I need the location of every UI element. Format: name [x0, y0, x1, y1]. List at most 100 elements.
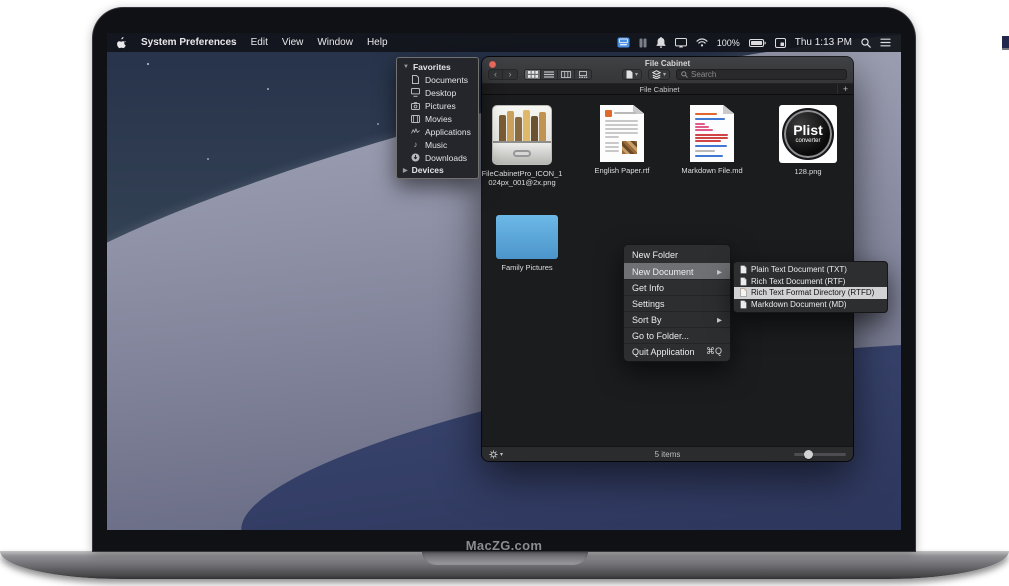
notification-center-icon[interactable] [880, 38, 891, 47]
file-markdown-md[interactable]: Markdown File.md [668, 105, 756, 175]
battery-icon[interactable] [749, 39, 766, 47]
menu-item-settings[interactable]: Settings [624, 295, 730, 311]
favorites-header[interactable]: ▼ Favorites [397, 61, 478, 73]
menu-item-new-folder[interactable]: New Folder [624, 247, 730, 263]
menu-view[interactable]: View [282, 37, 304, 48]
gallery-view-icon [578, 71, 588, 78]
menu-clock[interactable]: Thu 1:13 PM [795, 37, 852, 48]
document-icon [740, 300, 747, 309]
search-input[interactable]: Search [676, 69, 847, 80]
file-name: FileCabinetPro_ICON_1024px_001@2x.png [482, 169, 564, 187]
menu-help[interactable]: Help [367, 37, 388, 48]
file-name: Family Pictures [501, 263, 552, 272]
menu-window[interactable]: Window [317, 37, 353, 48]
column-view-icon [561, 71, 571, 78]
sidebar-item-label: Music [425, 140, 447, 150]
document-icon [411, 75, 420, 84]
sidebar-item-music[interactable]: ♪ Music [397, 138, 478, 151]
document-icon [740, 277, 747, 286]
view-mode-segmented-control [524, 69, 592, 80]
submenu-arrow-icon: ▶ [717, 316, 722, 324]
submenu-item-rich-text-format-directory-rtfd[interactable]: Rich Text Format Directory (RTFD) [734, 287, 887, 299]
search-icon [681, 71, 688, 78]
menu-edit[interactable]: Edit [251, 37, 268, 48]
menu-bar: System Preferences Edit View Window Help [107, 33, 901, 52]
submenu-arrow-icon: ▶ [717, 268, 722, 276]
disclosure-down-icon[interactable]: ▼ [403, 64, 409, 70]
back-button[interactable]: ‹ [488, 69, 503, 80]
list-view-button[interactable] [541, 69, 558, 80]
display-mirroring-icon[interactable] [675, 38, 687, 48]
tab-file-cabinet[interactable]: File Cabinet [482, 85, 837, 94]
menu-app-name[interactable]: System Preferences [141, 37, 237, 48]
menu-item-label: Get Info [632, 283, 664, 293]
file-filecabinetpro-png[interactable]: FileCabinetPro_ICON_1024px_001@2x.png [482, 105, 566, 187]
grid-view-button[interactable] [524, 69, 541, 80]
sidebar-item-movies[interactable]: Movies [397, 112, 478, 125]
mockup-stage: MacZG.com System Preferences Edit View W… [0, 0, 1009, 586]
column-view-button[interactable] [558, 69, 575, 80]
toolbar: ‹ › [482, 68, 853, 81]
bell-icon[interactable] [656, 37, 666, 48]
sidebar-item-desktop[interactable]: Desktop [397, 86, 478, 99]
list-view-icon [544, 71, 554, 78]
file-cabinet-menu-icon[interactable] [617, 37, 630, 48]
sidebar-item-applications[interactable]: Applications [397, 125, 478, 138]
grid-view-icon [528, 71, 538, 78]
md-document-thumbnail [690, 105, 734, 162]
file-english-paper-rtf[interactable]: English Paper.rtf [578, 105, 666, 175]
wifi-icon[interactable] [696, 38, 708, 47]
submenu-item-markdown-md[interactable]: Markdown Document (MD) [734, 299, 887, 311]
new-tab-button[interactable]: + [837, 84, 853, 94]
battery-percent[interactable]: 100% [717, 38, 740, 48]
submenu-item-label: Rich Text Format Directory (RTFD) [751, 288, 874, 297]
stack-icon [652, 70, 661, 79]
sidebar-item-label: Desktop [425, 88, 456, 98]
columns-menu-icon[interactable] [639, 38, 647, 48]
window-header[interactable]: File Cabinet ‹ › [482, 57, 853, 84]
sidebar-item-pictures[interactable]: Pictures [397, 99, 478, 112]
menu-item-go-to-folder[interactable]: Go to Folder... [624, 327, 730, 343]
wallpaper-stars [147, 63, 149, 65]
music-icon: ♪ [411, 140, 420, 149]
sidebar-item-label: Applications [425, 127, 471, 137]
pictures-icon [411, 102, 420, 110]
tab-bar: File Cabinet + [482, 84, 853, 95]
file-name: Markdown File.md [681, 166, 742, 175]
submenu-item-plain-text-txt[interactable]: Plain Text Document (TXT) [734, 264, 887, 276]
new-document-toolbar-button[interactable]: ▾ [622, 69, 642, 80]
nav-buttons: ‹ › [488, 69, 518, 80]
menu-item-label: New Folder [632, 250, 678, 260]
sidebar-item-label: Downloads [425, 153, 467, 163]
menu-item-quit-application[interactable]: Quit Application ⌘Q [624, 343, 730, 359]
slider-thumb[interactable] [804, 450, 813, 459]
folder-family-pictures[interactable]: Family Pictures [483, 207, 571, 272]
new-document-submenu: Plain Text Document (TXT) Rich Text Docu… [733, 261, 888, 313]
sidebar-section-devices[interactable]: ▶ Devices [397, 164, 478, 176]
file-128-png[interactable]: Plist converter 128.png [764, 105, 852, 176]
window-switcher-icon[interactable] [775, 38, 786, 48]
plist-logo-subtext: converter [795, 137, 820, 145]
menu-item-sort-by[interactable]: Sort By ▶ [624, 311, 730, 327]
close-button[interactable] [489, 61, 496, 68]
menu-item-new-document[interactable]: New Document ▶ [624, 263, 730, 279]
chevron-down-icon: ▾ [635, 71, 638, 78]
submenu-item-rich-text-rtf[interactable]: Rich Text Document (RTF) [734, 276, 887, 288]
sidebar-item-documents[interactable]: Documents [397, 73, 478, 86]
context-menu: New Folder New Document ▶ Get Info Setti… [623, 244, 731, 362]
menu-bar-left: System Preferences Edit View Window Help [117, 37, 388, 49]
apple-icon[interactable] [117, 37, 127, 49]
icon-size-slider[interactable] [794, 453, 846, 456]
desktop-icon [411, 88, 420, 97]
spotlight-search-icon[interactable] [861, 38, 871, 48]
plist-logo-text: Plist [793, 123, 823, 137]
menu-item-get-info[interactable]: Get Info [624, 279, 730, 295]
menu-bar-status: 100% Thu 1:13 PM [617, 37, 891, 48]
gallery-view-button[interactable] [575, 69, 592, 80]
applications-icon [411, 128, 420, 135]
document-icon [740, 265, 747, 274]
forward-button[interactable]: › [503, 69, 518, 80]
disclosure-right-icon[interactable]: ▶ [403, 167, 408, 174]
stacks-toolbar-button[interactable]: ▾ [648, 69, 670, 80]
sidebar-item-downloads[interactable]: Downloads [397, 151, 478, 164]
